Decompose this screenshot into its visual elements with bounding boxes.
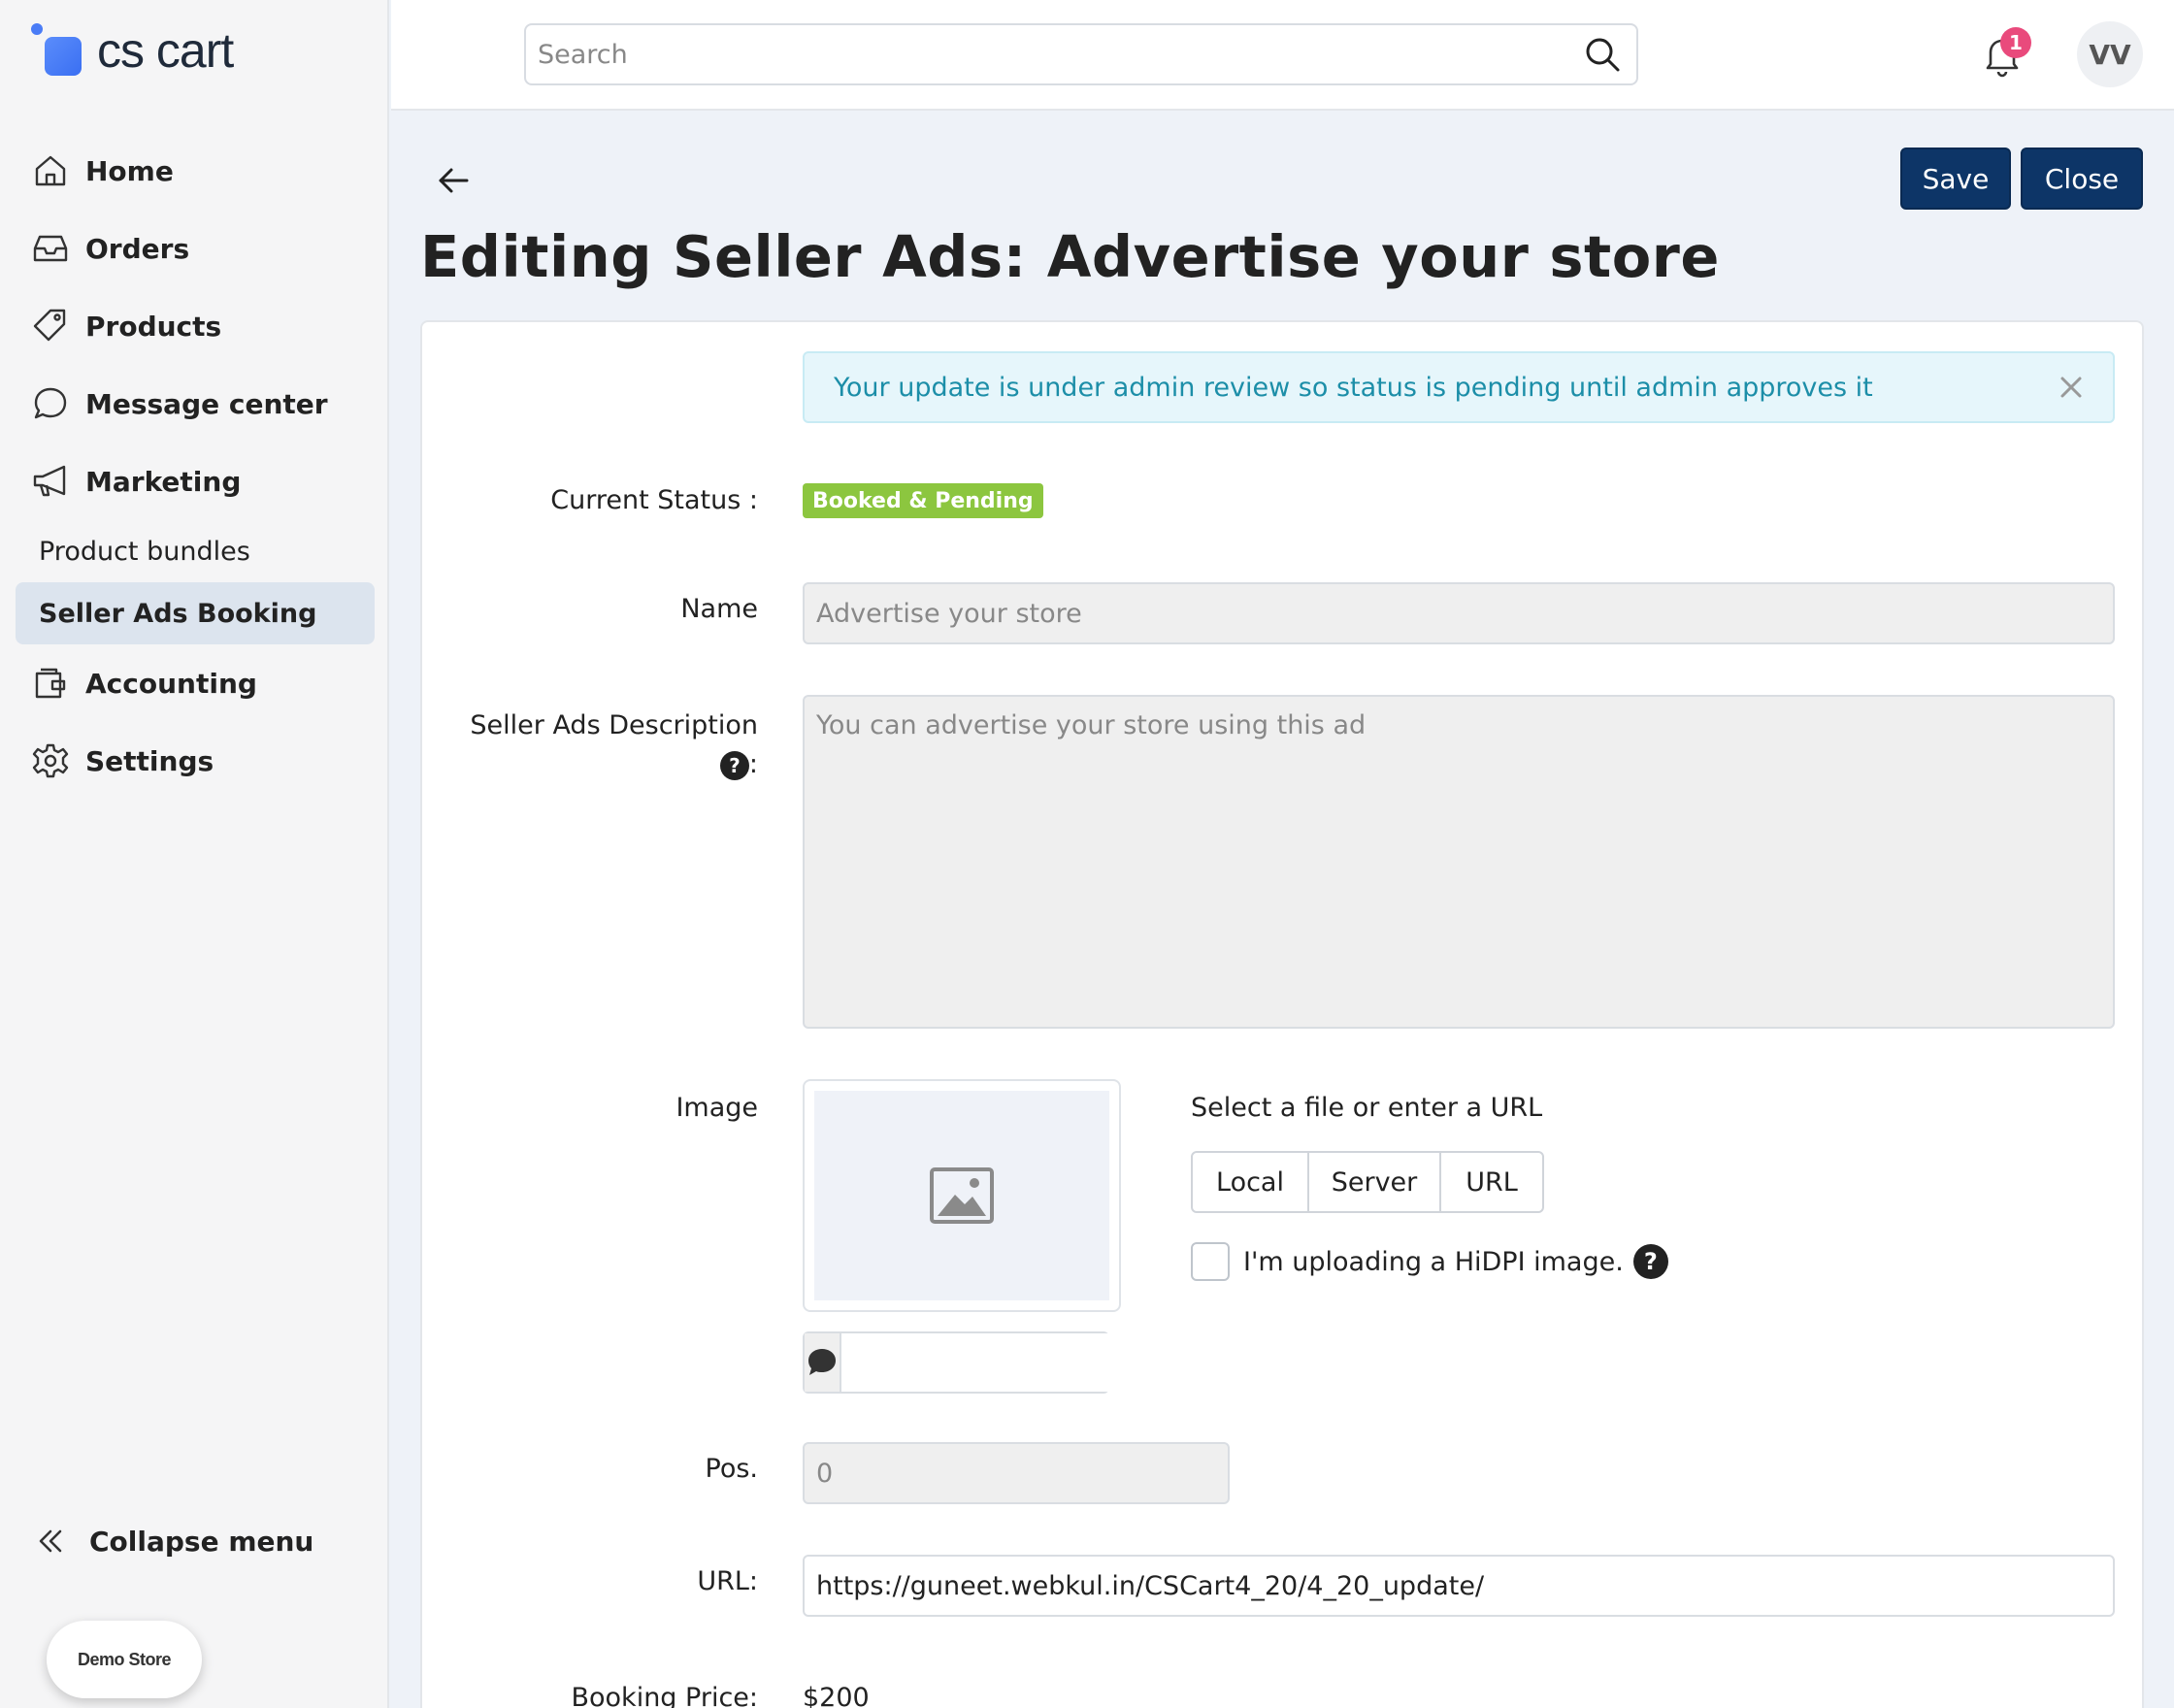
topbar: 1 VV [391, 0, 2174, 111]
image-label: Image [675, 1093, 758, 1123]
review-alert: Your update is under admin review so sta… [803, 351, 2115, 423]
save-button[interactable]: Save [1900, 148, 2011, 210]
status-badge: Booked & Pending [803, 483, 1043, 518]
sidebar-item-label: Settings [85, 744, 214, 777]
image-preview[interactable] [803, 1079, 1121, 1312]
sidebar-item-label: Orders [85, 232, 190, 265]
collapse-menu-label: Collapse menu [89, 1525, 314, 1558]
gear-icon [32, 743, 69, 778]
server-button[interactable]: Server [1309, 1153, 1441, 1211]
local-button[interactable]: Local [1193, 1153, 1309, 1211]
sidebar-item-settings[interactable]: Settings [16, 722, 375, 800]
search-icon [1586, 38, 1620, 72]
back-button[interactable] [432, 159, 475, 202]
url-field[interactable] [803, 1555, 2115, 1617]
demo-store-button[interactable]: Demo Store [47, 1621, 202, 1698]
pos-field[interactable] [803, 1442, 1230, 1504]
inbox-icon [33, 235, 68, 262]
name-label: Name [680, 594, 758, 624]
description-label-colon: : [748, 749, 758, 779]
select-file-label: Select a file or enter a URL [1191, 1093, 1543, 1123]
page-title: Editing Seller Ads: Advertise your store [420, 223, 1720, 290]
sidebar-item-label: Home [85, 154, 174, 187]
sidebar-item-message-center[interactable]: Message center [16, 365, 375, 443]
tag-icon [33, 309, 66, 342]
alert-text: Your update is under admin review so sta… [834, 372, 1873, 403]
chevrons-left-icon [39, 1529, 62, 1553]
help-icon[interactable]: ? [1632, 1244, 1668, 1279]
sidebar-item-home[interactable]: Home [16, 132, 375, 210]
notifications-button[interactable]: 1 [1975, 27, 2031, 82]
search-input[interactable] [526, 25, 1568, 83]
sidebar-subitem-seller-ads-booking[interactable]: Seller Ads Booking [16, 582, 375, 644]
chat-icon [34, 387, 67, 419]
sidebar-nav: Home Orders Products Message center Mark… [16, 132, 375, 800]
name-field[interactable] [803, 582, 2115, 644]
wallet-icon [35, 668, 66, 699]
sidebar-item-products[interactable]: Products [16, 287, 375, 365]
logo-mark-icon [31, 23, 85, 78]
booking-price-label: Booking Price: [571, 1683, 759, 1708]
logo-text: cs cart [97, 23, 234, 78]
pos-label: Pos. [705, 1454, 759, 1484]
booking-price-value: $200 [803, 1683, 870, 1708]
image-alt-group [803, 1331, 1150, 1394]
sidebar-item-accounting[interactable]: Accounting [16, 644, 375, 722]
hidpi-label: I'm uploading a HiDPI image. [1243, 1246, 1624, 1277]
sidebar-subitem-product-bundles[interactable]: Product bundles [16, 520, 375, 582]
status-label: Current Status : [550, 485, 758, 515]
collapse-menu-button[interactable]: Collapse menu [31, 1522, 313, 1560]
sidebar: cs cart Home Orders Products Message cen… [0, 0, 389, 1708]
logo[interactable]: cs cart [31, 21, 234, 80]
sidebar-item-label: Accounting [85, 667, 257, 700]
description-label: Seller Ads Description ?: [470, 706, 758, 784]
sidebar-item-marketing[interactable]: Marketing [16, 443, 375, 520]
sidebar-item-label: Message center [85, 387, 328, 420]
close-button[interactable]: Close [2021, 148, 2143, 210]
image-alt-input[interactable] [841, 1333, 1150, 1392]
arrow-left-icon [439, 168, 469, 193]
notification-badge: 1 [2000, 27, 2031, 58]
description-label-text: Seller Ads Description [470, 710, 758, 740]
avatar[interactable]: VV [2077, 21, 2143, 87]
sidebar-item-label: Marketing [85, 465, 242, 498]
file-source-group: Local Server URL [1191, 1151, 1544, 1213]
hidpi-option: I'm uploading a HiDPI image. ? [1191, 1242, 1668, 1281]
url-label: URL: [697, 1566, 758, 1596]
comment-icon [808, 1349, 836, 1375]
search-box [524, 23, 1638, 85]
hidpi-checkbox[interactable] [1191, 1242, 1230, 1281]
search-button[interactable] [1568, 25, 1636, 83]
sidebar-item-orders[interactable]: Orders [16, 210, 375, 287]
megaphone-icon [33, 465, 66, 497]
edit-form-card: Your update is under admin review so sta… [420, 320, 2144, 1708]
close-icon[interactable] [2055, 371, 2088, 404]
image-placeholder-icon [930, 1167, 994, 1224]
description-field[interactable]: You can advertise your store using this … [803, 695, 2115, 1029]
url-button[interactable]: URL [1441, 1153, 1542, 1211]
sidebar-item-label: Products [85, 310, 222, 343]
home-icon [35, 155, 66, 186]
help-icon[interactable]: ? [719, 751, 749, 780]
main-content: Save Close Editing Seller Ads: Advertise… [391, 113, 2174, 1708]
